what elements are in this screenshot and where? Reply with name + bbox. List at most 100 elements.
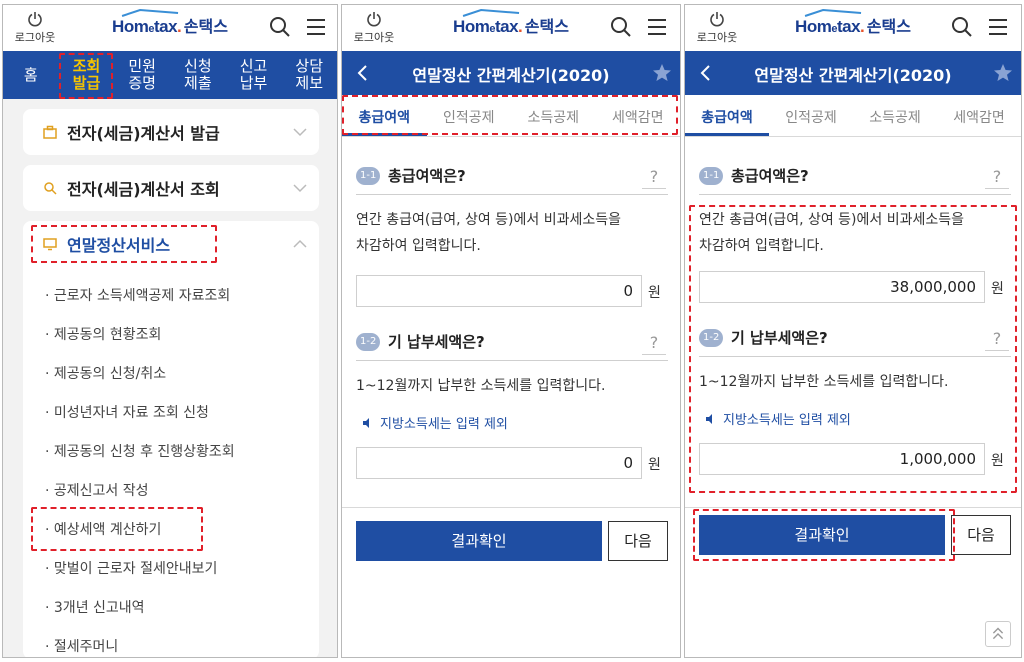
speaker-icon [706,413,712,424]
search-icon[interactable] [269,16,291,38]
speaker-icon [363,417,369,428]
tab-total-salary[interactable]: 총급여액 [685,95,769,136]
search-icon[interactable] [951,16,973,38]
calculator-header: 연말정산 간편계산기(2020) [685,51,1021,95]
chevron-down-icon [293,128,307,137]
divider [685,507,1021,508]
sub-item[interactable]: · 공제신고서 작성 [45,480,149,500]
top-bar: 로그아웃 Hometax. 손택스 [342,5,680,51]
help-icon[interactable]: ? [985,325,1009,351]
calculator-tabs: 총급여액 인적공제 소득공제 세액감면 [342,95,680,137]
hometax-logo[interactable]: Hometax. 손택스 [112,9,228,37]
sub-item[interactable]: · 절세주머니 [45,636,118,656]
chevron-down-icon [293,184,307,193]
nav-inquiry-issue[interactable]: 조회 발급 [59,58,115,92]
question-description: 연간 총급여(급여, 상여 등)에서 비과세소득을 차감하여 입력합니다. [356,212,622,254]
unit-label: 원 [648,285,661,301]
sub-item[interactable]: · 제공동의 신청/취소 [45,363,166,383]
menu-year-end-settlement: 연말정산서비스 · 근로자 소득세액공제 자료조회 · 제공동의 현황조회 · … [23,221,319,657]
tab-personal-deduction[interactable]: 인적공제 [769,95,853,136]
question-label: 총급여액은? [731,167,809,185]
question-total-salary: 1-1 총급여액은? ? [356,165,668,195]
local-tax-note: 지방소득세는 입력 제외 [362,413,508,432]
next-button[interactable]: 다음 [608,521,668,561]
logo-roof-icon [462,9,520,17]
scroll-to-top-icon[interactable] [985,621,1011,647]
sub-item[interactable]: · 맞벌이 근로자 절세안내보기 [45,558,217,578]
top-bar: 로그아웃 Hometax. 손택스 [3,5,337,51]
question-label: 총급여액은? [388,167,466,185]
screenshot-frame: 로그아웃 Hometax. 손택스 홈 조회 발급 민원 증명 신청 제출 신고 납부 … [0,0,1024,662]
result-button[interactable]: 결과확인 [356,521,602,561]
nav-report-payment[interactable]: 신고 납부 [226,58,282,92]
hometax-logo[interactable]: Hometax. 손택스 [453,9,569,37]
power-icon [367,12,381,27]
menu-label: 전자(세금)계산서 조회 [67,180,220,199]
sub-item[interactable]: · 제공동의 신청 후 진행상황조회 [45,441,235,461]
search-icon[interactable] [610,16,632,38]
nav-civil-certificate[interactable]: 민원 증명 [114,58,170,92]
logo-dot: . [860,17,865,36]
salary-input[interactable]: 38,000,000 [699,271,985,303]
tab-total-salary[interactable]: 총급여액 [342,95,427,136]
calculator-tabs: 총급여액 인적공제 소득공제 세액감면 [685,95,1021,137]
question-total-salary: 1-1 총급여액은? ? [699,165,1011,195]
question-label: 기 납부세액은? [388,333,485,351]
nav-application-submit[interactable]: 신청 제출 [170,58,226,92]
page-title: 연말정산 간편계산기(2020) [754,66,952,85]
calculator-header: 연말정산 간편계산기(2020) [342,51,680,95]
help-icon[interactable]: ? [642,163,666,189]
logout-label: 로그아웃 [696,31,738,44]
tab-tax-reduction[interactable]: 세액감면 [596,95,681,136]
divider [342,507,680,508]
year-end-settlement-header[interactable]: 연말정산서비스 [23,221,319,267]
help-icon[interactable]: ? [985,163,1009,189]
menu-icon[interactable] [987,16,1009,38]
sub-item[interactable]: · 근로자 소득세액공제 자료조회 [45,285,230,305]
question-badge: 1-1 [356,167,381,185]
tax-paid-input[interactable]: 1,000,000 [699,443,985,475]
chevron-up-icon[interactable] [293,239,307,249]
sub-item[interactable]: · 미성년자녀 자료 조회 신청 [45,402,209,422]
question-label: 기 납부세액은? [731,329,828,347]
nav-consult-report[interactable]: 상담 제보 [281,58,337,92]
tab-tax-reduction[interactable]: 세액감면 [937,95,1021,136]
logout-button[interactable]: 로그아웃 [13,9,57,45]
logout-button[interactable]: 로그아웃 [695,9,739,45]
question-description: 1~12월까지 납부한 소득세를 입력합니다. [699,374,949,390]
salary-input[interactable]: 0 [356,275,642,307]
logo-text-ko: 손택스 [866,17,911,36]
sub-item[interactable]: · 제공동의 현황조회 [45,324,161,344]
menu-e-invoice-issue[interactable]: 전자(세금)계산서 발급 [23,109,319,155]
next-button[interactable]: 다음 [951,515,1011,555]
logout-label: 로그아웃 [14,31,56,44]
question-tax-paid: 1-2 기 납부세액은? ? [699,327,1011,357]
sub-item-tax-estimate[interactable]: · 예상세액 계산하기 [45,519,161,539]
sub-item[interactable]: · 3개년 신고내역 [45,597,145,617]
tab-income-deduction[interactable]: 소득공제 [511,95,596,136]
tax-paid-input[interactable]: 0 [356,447,642,479]
menu-icon[interactable] [646,16,668,38]
page-title: 연말정산 간편계산기(2020) [412,66,610,85]
logout-button[interactable]: 로그아웃 [352,9,396,45]
logo-text-ko: 손택스 [524,17,569,36]
power-icon [710,12,724,27]
logo-dot: . [518,17,523,36]
tab-income-deduction[interactable]: 소득공제 [853,95,937,136]
question-description: 1~12월까지 납부한 소득세를 입력합니다. [356,378,606,394]
unit-label: 원 [991,281,1004,297]
result-button[interactable]: 결과확인 [699,515,945,555]
logo-text-en: Hometax [112,17,178,36]
question-badge: 1-2 [356,333,381,351]
local-tax-note: 지방소득세는 입력 제외 [705,409,851,428]
unit-label: 원 [648,457,661,473]
star-icon[interactable] [993,63,1013,83]
star-icon[interactable] [652,63,672,83]
menu-e-invoice-inquiry[interactable]: 전자(세금)계산서 조회 [23,165,319,211]
tab-personal-deduction[interactable]: 인적공제 [427,95,512,136]
menu-label: 연말정산서비스 [67,236,171,255]
help-icon[interactable]: ? [642,329,666,355]
hometax-logo[interactable]: Hometax. 손택스 [795,9,911,37]
nav-home[interactable]: 홈 [3,66,59,84]
menu-icon[interactable] [305,16,327,38]
